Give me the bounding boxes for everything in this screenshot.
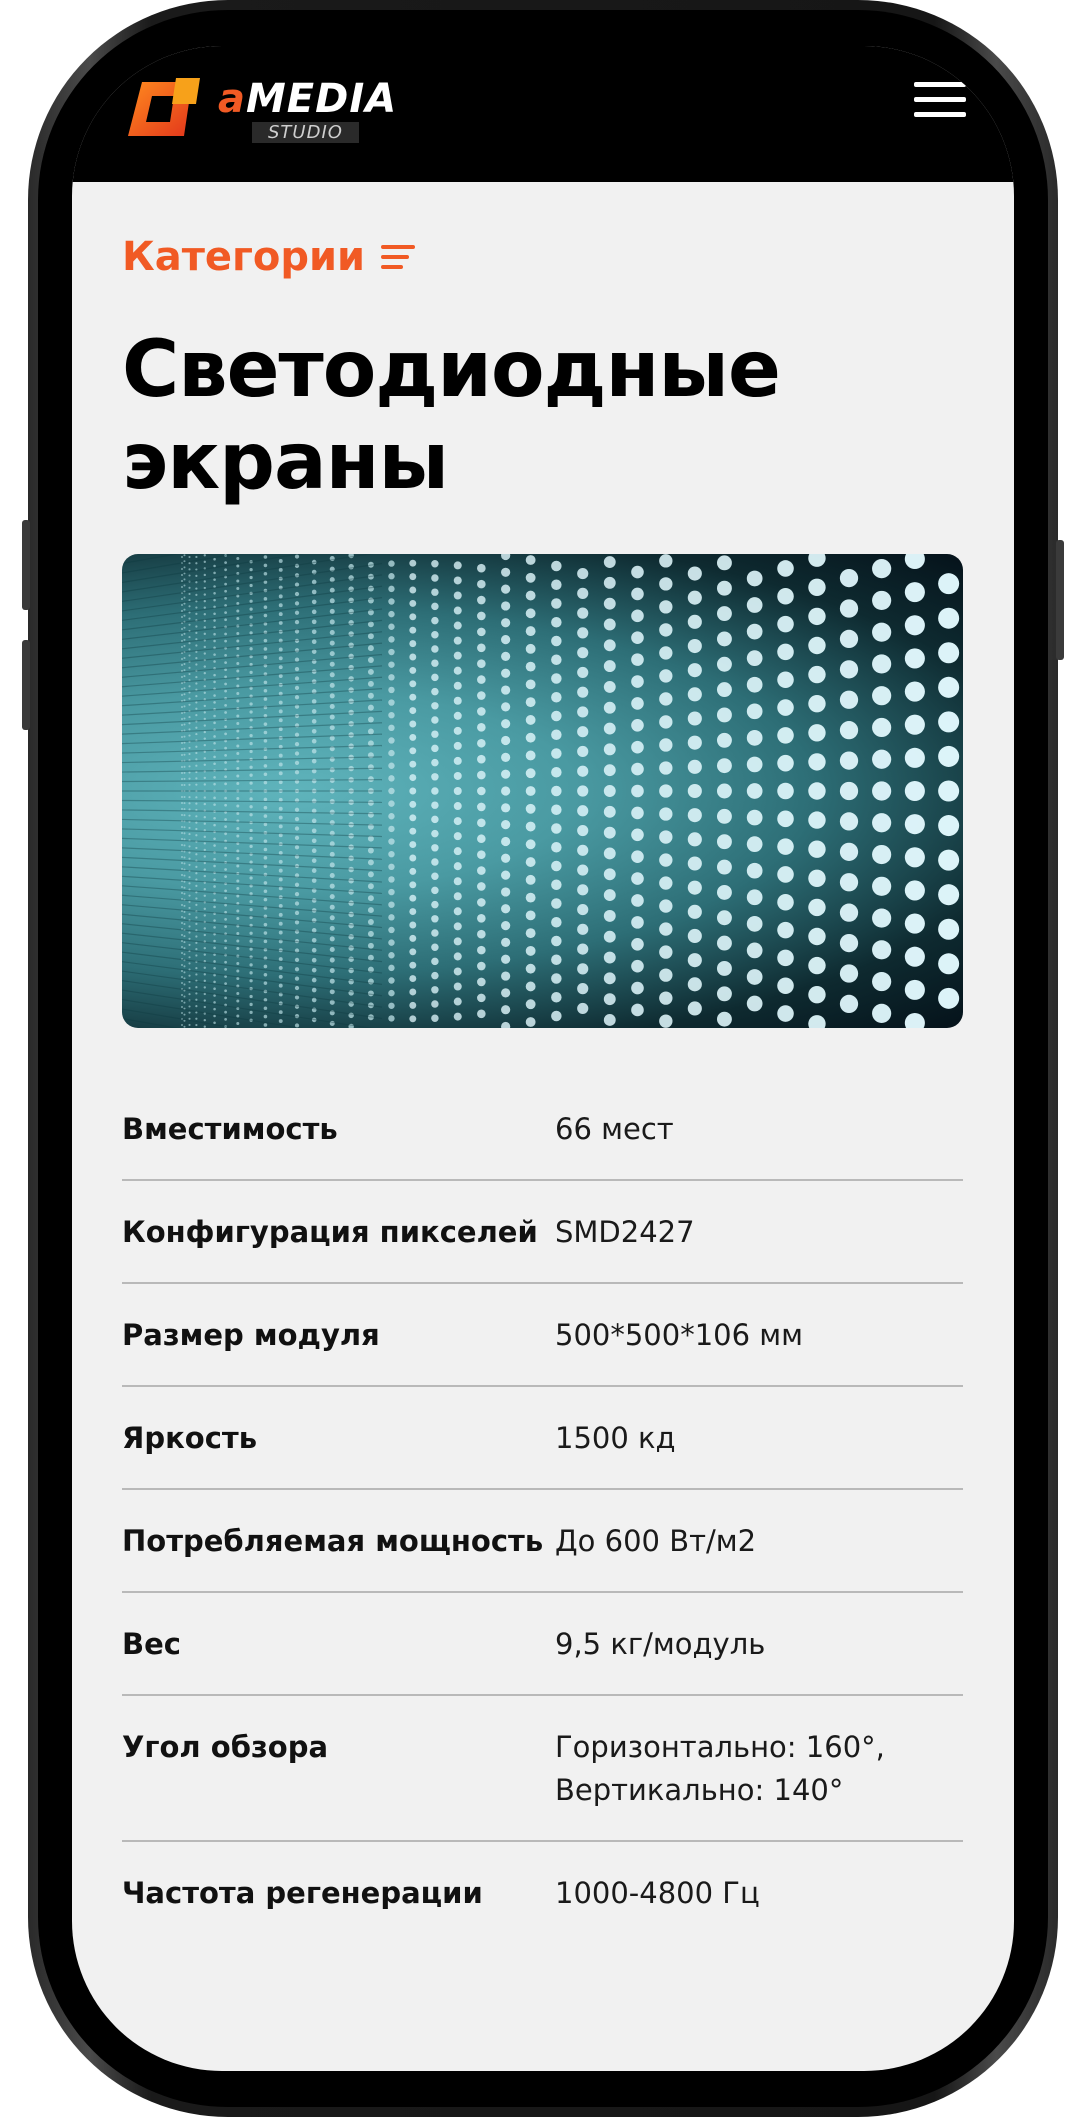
phone-side-button — [22, 640, 30, 730]
spec-label: Конфигурация пикселей — [122, 1215, 538, 1249]
spec-row: Яркость 1500 кд — [122, 1387, 963, 1490]
page-title: Светодиодные экраны — [122, 324, 964, 508]
logo-mark-icon — [128, 78, 200, 136]
spec-value: 66 мест — [555, 1112, 674, 1146]
spec-row: Вместимость 66 мест — [122, 1078, 963, 1181]
phone-side-button — [1056, 540, 1064, 660]
phone-side-button — [22, 520, 30, 610]
spec-row: Конфигурация пикселей SMD2427 — [122, 1181, 963, 1284]
spec-row: Вес 9,5 кг/модуль — [122, 1593, 963, 1696]
logo-mark-letter: a — [218, 76, 246, 122]
spec-value: Горизонтально: 160°, Вертикально: 140° — [555, 1730, 885, 1807]
phone-frame: aMEDIA STUDIO Категории Светодиодные экр… — [22, 0, 1064, 2117]
spec-label: Угол обзора — [122, 1730, 329, 1764]
spec-row: Частота регенерации 1000-4800 Гц — [122, 1842, 963, 1943]
led-dots-image — [122, 554, 960, 1028]
spec-value: SMD2427 — [555, 1215, 695, 1249]
hero-image — [122, 554, 963, 1028]
categories-toggle[interactable]: Категории — [122, 234, 964, 280]
spec-label: Потребляемая мощность — [122, 1524, 544, 1558]
app-header: aMEDIA STUDIO — [72, 46, 1014, 182]
hamburger-icon[interactable] — [914, 82, 966, 122]
spec-label: Размер модуля — [122, 1318, 380, 1352]
specs-table: Вместимость 66 мест Конфигурация пикселей S… — [122, 1078, 963, 1943]
spec-label: Яркость — [122, 1421, 258, 1455]
list-icon — [381, 243, 417, 271]
spec-row: Угол обзора Горизонтально: 160°, Вертикал… — [122, 1696, 963, 1842]
page-title-line: экраны — [122, 417, 449, 507]
main-content: Категории Светодиодные экраны Вместимост… — [122, 182, 964, 1943]
page-title-line: Светодиодные — [122, 325, 781, 415]
logo-wordmark: aMEDIA — [218, 76, 397, 122]
logo-subtitle: STUDIO — [252, 122, 359, 143]
brand-logo[interactable]: aMEDIA STUDIO — [122, 70, 396, 150]
categories-label: Категории — [122, 234, 366, 280]
spec-row: Потребляемая мощность До 600 Вт/м2 — [122, 1490, 963, 1593]
spec-value: 9,5 кг/модуль — [555, 1627, 766, 1661]
spec-value: 1000-4800 Гц — [555, 1876, 760, 1910]
spec-label: Вес — [122, 1627, 181, 1661]
spec-value: До 600 Вт/м2 — [555, 1524, 757, 1558]
spec-label: Частота регенерации — [122, 1876, 483, 1910]
logo-main-text: MEDIA — [246, 76, 398, 122]
spec-row: Размер модуля 500*500*106 мм — [122, 1284, 963, 1387]
screen: aMEDIA STUDIO Категории Светодиодные экр… — [72, 46, 1014, 2071]
spec-value: 500*500*106 мм — [555, 1318, 804, 1352]
spec-label: Вместимость — [122, 1112, 338, 1146]
phone-bezel: aMEDIA STUDIO Категории Светодиодные экр… — [38, 10, 1048, 2107]
spec-value: 1500 кд — [555, 1421, 676, 1455]
